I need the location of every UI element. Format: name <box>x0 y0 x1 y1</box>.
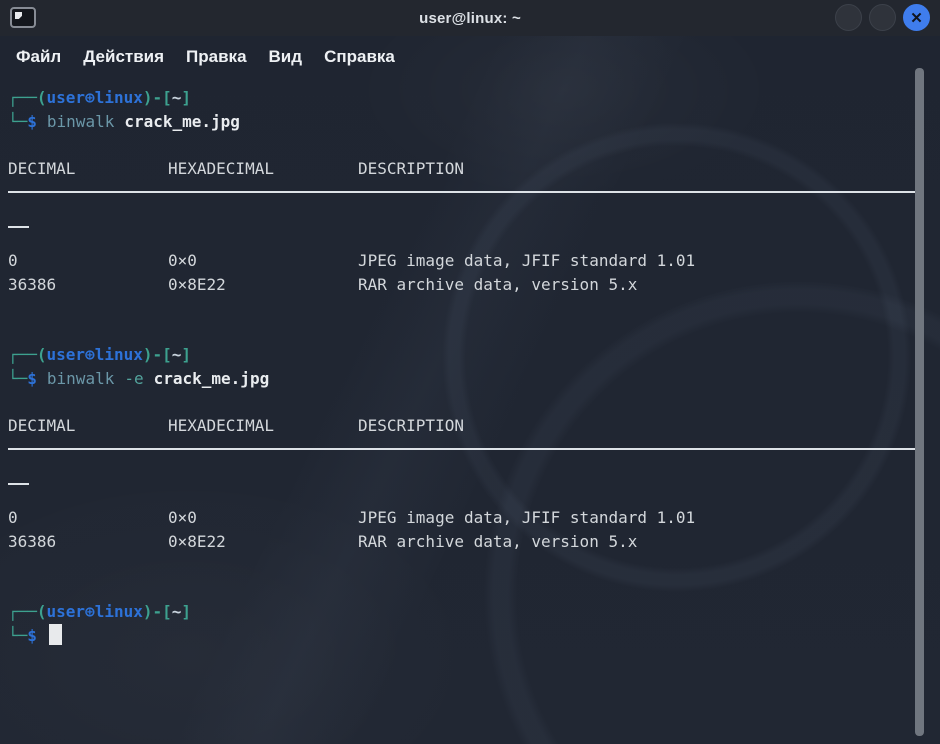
header-decimal: DECIMAL <box>8 157 168 181</box>
menu-help[interactable]: Справка <box>313 43 406 71</box>
header-decimal: DECIMAL <box>8 414 168 438</box>
output-row: 363860×8E22RAR archive data, version 5.x <box>8 530 910 554</box>
blank-line <box>8 553 910 577</box>
command-line: └─$binwalkcrack_me.jpg <box>8 110 910 134</box>
prompt-at-icon: ⊕ <box>85 602 95 621</box>
menu-view[interactable]: Вид <box>258 43 314 71</box>
blank-line <box>8 390 910 414</box>
prompt-host: linux <box>95 88 143 107</box>
command-arg-file: crack_me.jpg <box>154 369 270 388</box>
prompt-frame: ┌──( <box>8 88 47 107</box>
command-line: └─$binwalk-ecrack_me.jpg <box>8 367 910 391</box>
prompt-user: user <box>47 88 86 107</box>
output-row: 00×0JPEG image data, JFIF standard 1.01 <box>8 506 910 530</box>
command-binwalk: binwalk <box>47 112 114 131</box>
blank-line <box>8 296 910 320</box>
window-title: user@linux: ~ <box>0 10 940 27</box>
prompt-at-icon: ⊕ <box>85 88 95 107</box>
menu-bar: Файл Действия Правка Вид Справка <box>5 40 406 74</box>
binwalk-header-row: DECIMALHEXADECIMALDESCRIPTION <box>8 157 910 181</box>
menu-file[interactable]: Файл <box>5 43 72 71</box>
blank-line <box>8 320 910 344</box>
minimize-button[interactable] <box>835 4 862 31</box>
blank-line <box>8 133 910 157</box>
window-controls: ✕ <box>835 4 930 31</box>
prompt-dollar: $ <box>27 112 37 131</box>
maximize-button[interactable] <box>869 4 896 31</box>
output-separator <box>8 191 924 193</box>
terminal-cursor <box>49 624 62 645</box>
header-hexadecimal: HEXADECIMAL <box>168 157 358 181</box>
prompt-line-top: ┌──(user⊕linux)-[~] <box>8 86 910 110</box>
close-button[interactable]: ✕ <box>903 4 930 31</box>
command-flag-e: -e <box>124 369 143 388</box>
header-hexadecimal: HEXADECIMAL <box>168 414 358 438</box>
prompt-at-icon: ⊕ <box>85 345 95 364</box>
menu-edit[interactable]: Правка <box>175 43 257 71</box>
prompt-path: ~ <box>172 88 182 107</box>
header-description: DESCRIPTION <box>358 159 464 178</box>
prompt-line-top: ┌──(user⊕linux)-[~] <box>8 600 910 624</box>
command-arg-file: crack_me.jpg <box>124 112 240 131</box>
window-titlebar[interactable]: user@linux: ~ ✕ <box>0 0 940 36</box>
output-separator-wrap <box>8 226 29 228</box>
output-row: 00×0JPEG image data, JFIF standard 1.01 <box>8 249 910 273</box>
output-row: 363860×8E22RAR archive data, version 5.x <box>8 273 910 297</box>
terminal-viewport[interactable]: ┌──(user⊕linux)-[~] └─$ binwalk crack_me.j… <box>8 86 910 744</box>
scrollbar-thumb[interactable] <box>915 68 924 736</box>
menu-actions[interactable]: Действия <box>72 43 175 71</box>
blank-line <box>8 577 910 601</box>
output-separator-wrap <box>8 483 29 485</box>
terminal-app-icon <box>10 7 36 28</box>
command-line: └─$ <box>8 624 910 648</box>
command-binwalk: binwalk <box>47 369 114 388</box>
header-description: DESCRIPTION <box>358 416 464 435</box>
binwalk-header-row: DECIMALHEXADECIMALDESCRIPTION <box>8 414 910 438</box>
output-separator <box>8 448 924 450</box>
prompt-line-top: ┌──(user⊕linux)-[~] <box>8 343 910 367</box>
